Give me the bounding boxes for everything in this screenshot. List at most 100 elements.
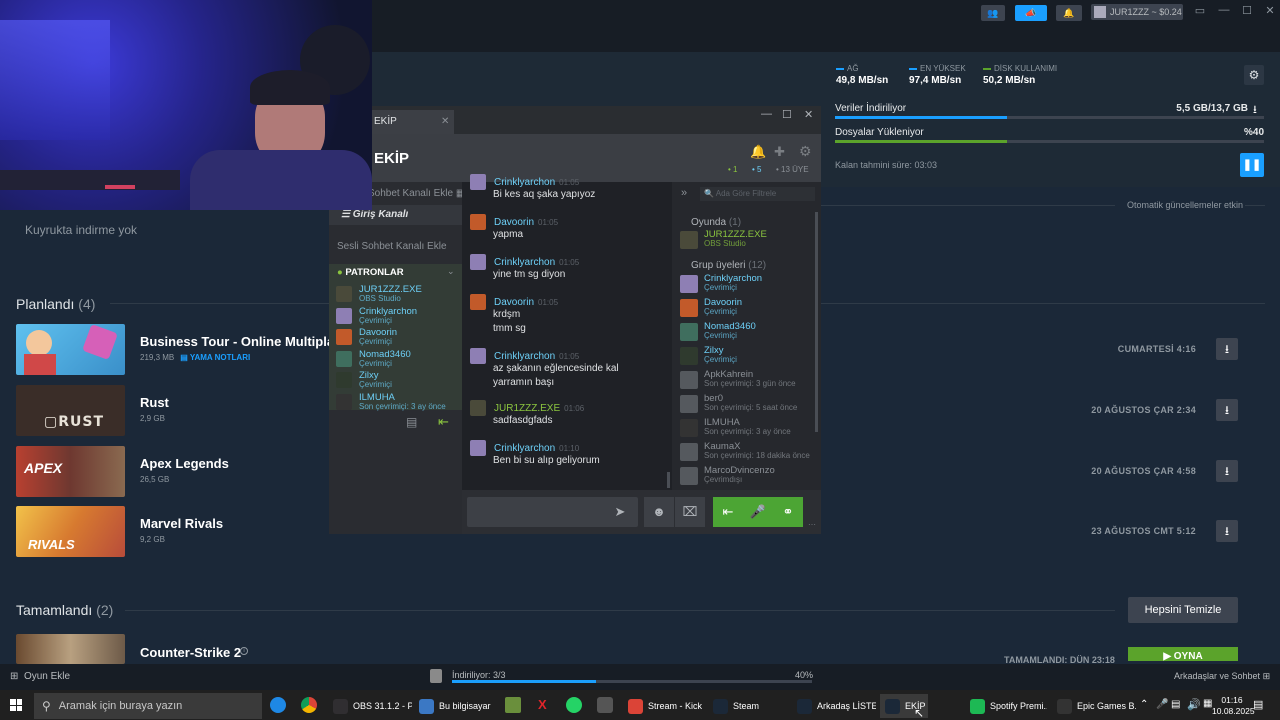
leave-voice-icon[interactable]: ⇤ bbox=[438, 414, 449, 430]
voice-member[interactable]: JUR1ZZZ.EXE OBS Studio bbox=[336, 284, 458, 306]
sender-name[interactable]: Crinklyarchon bbox=[494, 443, 555, 454]
chevron-up-icon[interactable]: ⌃ bbox=[1140, 699, 1148, 710]
taskbar-search-input[interactable]: ⚲ Aramak için buraya yazın bbox=[34, 693, 262, 719]
scrollbar[interactable] bbox=[815, 212, 818, 432]
avatar[interactable] bbox=[470, 294, 486, 310]
member-row[interactable]: Nomad3460 Çevrimiçi bbox=[680, 321, 815, 343]
taskbar-app-button[interactable]: Stream - Kick ... bbox=[623, 694, 705, 718]
member-row[interactable]: ILMUHA Son çevrimiçi: 3 ay önce bbox=[680, 417, 815, 439]
avatar[interactable] bbox=[470, 400, 486, 416]
member-search-input[interactable]: 🔍 Ada Göre Filtrele bbox=[700, 187, 815, 201]
taskbar-app-button[interactable]: Epic Games B... bbox=[1052, 694, 1136, 718]
close-icon[interactable]: ✕ bbox=[804, 108, 813, 121]
emoji-icon[interactable]: ☻ bbox=[644, 497, 674, 527]
microphone-icon[interactable]: 🎤 bbox=[1156, 699, 1168, 710]
attachment-icon[interactable]: ⌧ bbox=[675, 497, 705, 527]
headset-icon[interactable]: ⚭ bbox=[773, 497, 803, 527]
send-icon[interactable]: ➤ bbox=[605, 497, 635, 527]
pause-button[interactable]: ❚❚ bbox=[1240, 153, 1264, 177]
sender-name[interactable]: JUR1ZZZ.EXE bbox=[494, 403, 560, 414]
megaphone-icon[interactable]: 📣 bbox=[1015, 5, 1047, 21]
close-tab-icon[interactable]: ✕ bbox=[441, 116, 449, 127]
patch-notes-link[interactable]: ▤ YAMA NOTLARI bbox=[180, 353, 250, 362]
friends-chat-button[interactable]: Arkadaşlar ve Sohbet ⊞ bbox=[1174, 671, 1270, 682]
avatar[interactable] bbox=[470, 440, 486, 456]
member-row[interactable]: JUR1ZZZ.EXE OBS Studio bbox=[680, 229, 815, 251]
close-icon[interactable]: ✕ bbox=[1260, 4, 1280, 17]
sender-name[interactable]: Davoorin bbox=[494, 297, 534, 308]
info-icon[interactable]: i bbox=[240, 647, 248, 655]
add-text-channel[interactable]: Sohbet Kanalı Ekle ▦ bbox=[368, 188, 465, 199]
chevron-down-icon[interactable]: ⌄ bbox=[447, 266, 455, 277]
member-row[interactable]: MarcoDvincenzo Çevrimdışı bbox=[680, 465, 815, 487]
member-row[interactable]: ApkKahrein Son çevrimiçi: 3 gün önce bbox=[680, 369, 815, 391]
controller-icon[interactable] bbox=[597, 697, 613, 713]
member-row[interactable]: Davoorin Çevrimiçi bbox=[680, 297, 815, 319]
notification-icon[interactable]: ▤ bbox=[1253, 698, 1263, 711]
avatar[interactable] bbox=[470, 174, 486, 190]
member-row[interactable]: KaumaX Son çevrimiçi: 18 dakika önce bbox=[680, 441, 815, 463]
sender-name[interactable]: Crinklyarchon bbox=[494, 177, 555, 188]
voice-member[interactable]: ILMUHA Son çevrimiçi: 3 ay önce bbox=[336, 392, 458, 414]
whatsapp-icon[interactable] bbox=[566, 697, 582, 713]
add-friend-icon[interactable]: ✚ bbox=[774, 144, 785, 160]
member-row[interactable]: Zilxy Çevrimiçi bbox=[680, 345, 815, 367]
taskbar-app-button[interactable]: Arkadaş LİSTESİ bbox=[792, 694, 876, 718]
taskbar-app-button[interactable]: OBS 31.1.2 - P... bbox=[328, 694, 412, 718]
minecraft-icon[interactable] bbox=[505, 697, 521, 713]
avatar[interactable] bbox=[470, 254, 486, 270]
clear-all-button[interactable]: Hepsini Temizle bbox=[1128, 597, 1238, 623]
download-icon[interactable]: ⭳ bbox=[1216, 520, 1238, 542]
leave-voice-icon[interactable]: ⇤ bbox=[713, 497, 743, 527]
voice-member[interactable]: Zilxy Çevrimiçi bbox=[336, 370, 458, 392]
scrollbar[interactable] bbox=[667, 472, 670, 488]
microphone-icon[interactable]: 🎤 bbox=[743, 497, 773, 527]
bell-icon[interactable]: 🔔 bbox=[1056, 5, 1082, 21]
download-status-icon[interactable] bbox=[430, 669, 442, 683]
member-row[interactable]: Crinklyarchon Çevrimiçi bbox=[680, 273, 815, 295]
people-icon[interactable]: 👥 bbox=[981, 5, 1005, 21]
avatar[interactable] bbox=[470, 214, 486, 230]
voice-member[interactable]: Crinklyarchon Çevrimiçi bbox=[336, 306, 458, 328]
sender-name[interactable]: Crinklyarchon bbox=[494, 351, 555, 362]
add-game-button[interactable]: ⊞ Oyun Ekle bbox=[10, 671, 70, 682]
taskbar-clock[interactable]: 01:16 10.08.2025 bbox=[1212, 695, 1255, 717]
gear-icon[interactable]: ⚙ bbox=[1244, 65, 1264, 85]
member-status: OBS Studio bbox=[359, 294, 401, 303]
voice-member[interactable]: Nomad3460 Çevrimiçi bbox=[336, 349, 458, 371]
windows-start-icon[interactable] bbox=[10, 699, 22, 711]
avatar bbox=[336, 286, 352, 302]
download-icon[interactable]: ⭳ bbox=[1216, 338, 1238, 360]
taskbar-app-button[interactable]: Steam bbox=[708, 694, 790, 718]
avatar[interactable] bbox=[470, 348, 486, 364]
minimize-icon[interactable]: — bbox=[1214, 4, 1234, 16]
downloading-status[interactable]: İndiriliyor: 3/3 bbox=[452, 670, 506, 680]
volume-icon[interactable]: 🔊 bbox=[1187, 698, 1201, 711]
add-voice-channel[interactable]: Sesli Sohbet Kanalı Ekle bbox=[337, 241, 447, 252]
sender-name[interactable]: Davoorin bbox=[494, 217, 534, 228]
voice-channel-title[interactable]: ● PATRONLAR bbox=[337, 267, 404, 278]
network-icon[interactable]: ▤ bbox=[1171, 699, 1180, 710]
maximize-icon[interactable]: ☐ bbox=[782, 108, 792, 121]
download-icon[interactable]: ⭳ bbox=[1216, 399, 1238, 421]
minimize-icon[interactable]: — bbox=[761, 108, 772, 120]
channel-settings-icon[interactable]: ▤ bbox=[406, 415, 417, 429]
member-row[interactable]: ber0 Son çevrimiçi: 5 saat önce bbox=[680, 393, 815, 415]
play-button[interactable]: ▶ OYNA bbox=[1128, 647, 1238, 661]
download-icon[interactable]: ⭳ bbox=[1216, 460, 1238, 482]
collapse-icon[interactable]: » bbox=[681, 187, 687, 199]
user-account-button[interactable]: JUR1ZZZ ~ $0.24 bbox=[1091, 4, 1183, 20]
bell-icon[interactable]: 🔔 bbox=[750, 144, 766, 160]
taskbar-app-button[interactable]: Bu bilgisayar bbox=[414, 694, 500, 718]
sender-name[interactable]: Crinklyarchon bbox=[494, 257, 555, 268]
chrome-icon[interactable] bbox=[301, 697, 317, 713]
gear-icon[interactable]: ⚙ bbox=[799, 143, 812, 160]
taskbar-app-button[interactable]: Spotify Premi... bbox=[965, 694, 1047, 718]
upload-label: Dosyalar Yükleniyor bbox=[835, 127, 924, 138]
brawlhalla-icon[interactable]: X bbox=[538, 697, 547, 712]
monitor-icon[interactable]: ▭ bbox=[1190, 4, 1210, 17]
voice-member[interactable]: Davoorin Çevrimiçi bbox=[336, 327, 458, 349]
edge-icon[interactable] bbox=[270, 697, 286, 713]
maximize-icon[interactable]: ☐ bbox=[1237, 4, 1257, 17]
resize-handle[interactable]: ⋯ bbox=[808, 520, 816, 529]
